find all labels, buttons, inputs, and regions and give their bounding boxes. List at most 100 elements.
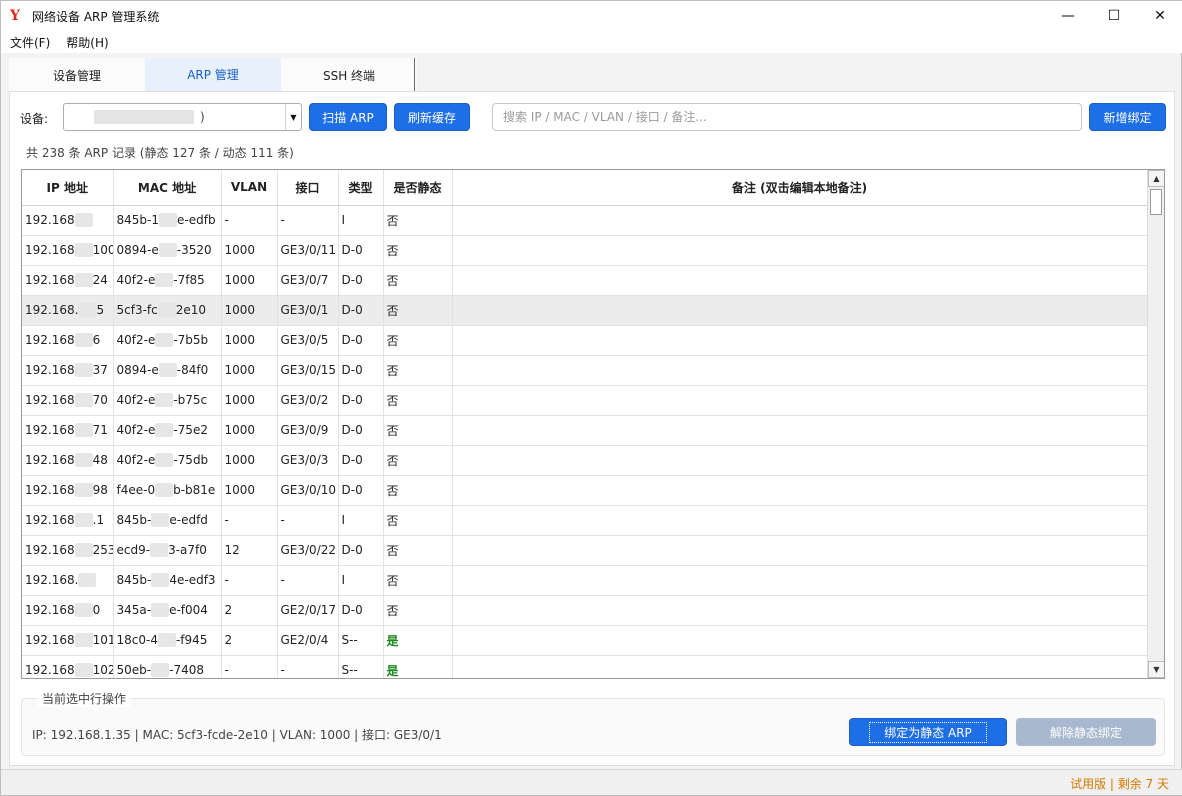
cell-note[interactable] bbox=[452, 655, 1148, 678]
cell-mac[interactable]: 40f2-e -b75c bbox=[113, 385, 222, 416]
cell-mac[interactable]: 0894-e -3520 bbox=[113, 235, 222, 266]
cell-vlan[interactable]: 12 bbox=[221, 535, 278, 566]
table-row[interactable]: 192.168 253 ecd9- 3-a7f0 12GE3/0/22D-0否 bbox=[22, 535, 1148, 566]
cell-vlan[interactable]: 1000 bbox=[221, 355, 278, 386]
cell-ip[interactable]: 192.168 24 bbox=[22, 265, 114, 296]
cell-type[interactable]: D-0 bbox=[338, 265, 384, 296]
cell-mac[interactable]: 40f2-e -7b5b bbox=[113, 325, 222, 356]
cell-vlan[interactable]: - bbox=[221, 565, 278, 596]
column-header[interactable]: 接口 bbox=[277, 170, 339, 206]
table-row[interactable]: 192.168 98 f4ee-0 b-b81e 1000 GE3/0/10 D-0 否 bbox=[22, 475, 1148, 506]
scroll-thumb[interactable] bbox=[1150, 189, 1162, 215]
scroll-up-icon[interactable]: ▲ bbox=[1148, 170, 1164, 187]
cell-static[interactable]: 否 bbox=[383, 265, 453, 296]
add-binding-button[interactable]: 新增绑定 bbox=[1089, 103, 1166, 131]
cell-mac[interactable]: 18c0-4 -f945 bbox=[113, 625, 222, 656]
cell-vlan[interactable]: - bbox=[221, 505, 278, 536]
cell-type[interactable]: I bbox=[338, 565, 384, 596]
table-row[interactable]: 192.168.1 845b-e-edfd - - I 否 bbox=[22, 505, 1148, 536]
cell-ip[interactable]: 192.168 101 bbox=[22, 625, 114, 656]
cell-ip[interactable]: 192.168 253 bbox=[22, 535, 114, 566]
cell-type[interactable]: D-0 bbox=[338, 295, 384, 326]
cell-interface[interactable]: GE3/0/10 bbox=[277, 475, 339, 506]
cell-note[interactable] bbox=[452, 415, 1148, 446]
cell-static[interactable]: 否 bbox=[383, 565, 453, 596]
cell-interface[interactable]: GE3/0/1 bbox=[277, 295, 339, 326]
chevron-down-icon[interactable]: ▼ bbox=[285, 104, 301, 130]
cell-interface[interactable]: GE2/0/17 bbox=[277, 595, 339, 626]
cell-static[interactable]: 否 bbox=[383, 295, 453, 326]
cell-note[interactable] bbox=[452, 265, 1148, 296]
cell-interface[interactable]: - bbox=[277, 205, 339, 236]
cell-vlan[interactable]: - bbox=[221, 205, 278, 236]
cell-note[interactable] bbox=[452, 355, 1148, 386]
cell-mac[interactable]: 40f2-e -75e2 bbox=[113, 415, 222, 446]
cell-interface[interactable]: GE3/0/22 bbox=[277, 535, 339, 566]
search-input[interactable] bbox=[492, 103, 1082, 131]
cell-type[interactable]: S-- bbox=[338, 625, 384, 656]
cell-type[interactable]: D-0 bbox=[338, 355, 384, 386]
cell-static[interactable]: 否 bbox=[383, 325, 453, 356]
cell-static[interactable]: 否 bbox=[383, 445, 453, 476]
cell-interface[interactable]: GE3/0/15 bbox=[277, 355, 339, 386]
cell-ip[interactable]: 192.168 0 bbox=[22, 595, 114, 626]
column-header[interactable]: MAC 地址 bbox=[113, 170, 222, 206]
cell-interface[interactable]: GE3/0/11 bbox=[277, 235, 339, 266]
cell-mac[interactable]: 5cf3-fc 2e10 bbox=[113, 295, 222, 326]
cell-interface[interactable]: GE3/0/3 bbox=[277, 445, 339, 476]
cell-ip[interactable]: 192.168. 5 bbox=[22, 295, 114, 326]
cell-mac[interactable]: 50eb- -7408 bbox=[113, 655, 222, 678]
column-header[interactable]: 是否静态 bbox=[383, 170, 453, 206]
cell-mac[interactable]: 845b-e-edfd bbox=[113, 505, 222, 536]
refresh-cache-button[interactable]: 刷新缓存 bbox=[394, 103, 470, 131]
cell-note[interactable] bbox=[452, 385, 1148, 416]
cell-ip[interactable]: 192.168 100 bbox=[22, 235, 114, 266]
cell-note[interactable] bbox=[452, 295, 1148, 326]
cell-ip[interactable]: 192.168 bbox=[22, 205, 114, 236]
cell-static[interactable]: 否 bbox=[383, 415, 453, 446]
cell-note[interactable] bbox=[452, 205, 1148, 236]
cell-note[interactable] bbox=[452, 475, 1148, 506]
cell-static[interactable]: 是 bbox=[383, 625, 453, 656]
table-row[interactable]: 192.168 37 0894-e -84f0 1000 GE3/0/15 D-0 否 bbox=[22, 355, 1148, 386]
cell-ip[interactable]: 192.168 70 bbox=[22, 385, 114, 416]
cell-type[interactable]: D-0 bbox=[338, 235, 384, 266]
cell-mac[interactable]: 40f2-e -75db bbox=[113, 445, 222, 476]
cell-note[interactable] bbox=[452, 445, 1148, 476]
cell-vlan[interactable]: 1000 bbox=[221, 235, 278, 266]
cell-mac[interactable]: f4ee-0 b-b81e bbox=[113, 475, 222, 506]
cell-static[interactable]: 否 bbox=[383, 355, 453, 386]
maximize-icon[interactable]: ☐ bbox=[1091, 1, 1137, 31]
table-row[interactable]: 192.168. 5 5cf3-fc 2e10 1000 GE3/0/1 D-0 否 bbox=[22, 295, 1148, 326]
cell-vlan[interactable]: 1000 bbox=[221, 385, 278, 416]
cell-static[interactable]: 否 bbox=[383, 205, 453, 236]
vertical-scrollbar[interactable]: ▲ ▼ bbox=[1147, 170, 1164, 678]
cell-static[interactable]: 否 bbox=[383, 505, 453, 536]
cell-type[interactable]: D-0 bbox=[338, 415, 384, 446]
cell-type[interactable]: D-0 bbox=[338, 325, 384, 356]
cell-interface[interactable]: GE3/0/2 bbox=[277, 385, 339, 416]
cell-note[interactable] bbox=[452, 625, 1148, 656]
cell-mac[interactable]: 345a-e-f004 bbox=[113, 595, 222, 626]
cell-static[interactable]: 否 bbox=[383, 235, 453, 266]
cell-note[interactable] bbox=[452, 505, 1148, 536]
cell-ip[interactable]: 192.168 6 bbox=[22, 325, 114, 356]
table-row[interactable]: 192.168 24 40f2-e -7f85 1000 GE3/0/7 D-0 否 bbox=[22, 265, 1148, 296]
table-row[interactable]: 192.168 6 40f2-e -7b5b 1000 GE3/0/5 D-0 否 bbox=[22, 325, 1148, 356]
cell-static[interactable]: 否 bbox=[383, 475, 453, 506]
cell-note[interactable] bbox=[452, 565, 1148, 596]
cell-ip[interactable]: 192.168 98 bbox=[22, 475, 114, 506]
cell-vlan[interactable]: 1000 bbox=[221, 295, 278, 326]
table-row[interactable]: 192.168 845b-1 e-edfb - - I 否 bbox=[22, 205, 1148, 236]
cell-type[interactable]: D-0 bbox=[338, 385, 384, 416]
cell-ip[interactable]: 192.168 48 bbox=[22, 445, 114, 476]
column-header[interactable]: VLAN bbox=[221, 170, 278, 206]
menu-file[interactable]: 文件(F) bbox=[1, 34, 58, 51]
cell-ip[interactable]: 192.168 37 bbox=[22, 355, 114, 386]
cell-static[interactable]: 否 bbox=[383, 535, 453, 566]
cell-mac[interactable]: 0894-e -84f0 bbox=[113, 355, 222, 386]
close-icon[interactable]: ✕ bbox=[1137, 1, 1182, 31]
table-row[interactable]: 192.168 48 40f2-e -75db 1000 GE3/0/3 D-0 否 bbox=[22, 445, 1148, 476]
cell-mac[interactable]: ecd9- 3-a7f0 bbox=[113, 535, 222, 566]
column-header[interactable]: 类型 bbox=[338, 170, 384, 206]
